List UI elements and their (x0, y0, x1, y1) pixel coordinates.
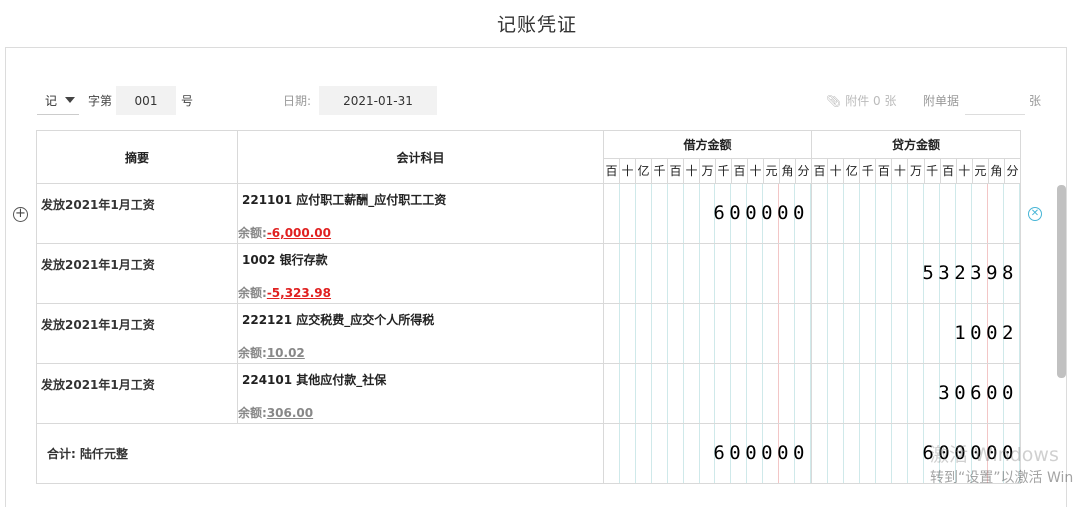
col-credit-header: 贷方金额 (811, 130, 1021, 159)
subject-name: 1002 银行存款 (242, 253, 328, 267)
balance-text: 余额:306.00 (238, 406, 314, 420)
digit-unit-label: 元 (764, 159, 780, 183)
col-summary-header: 摘要 (36, 130, 238, 184)
voucher-number-input[interactable]: 001 (116, 86, 176, 115)
attach-doc-label: 附单据 (923, 94, 960, 108)
subject-cell[interactable]: 224101 其他应付款_社保余额:306.00 (237, 363, 604, 424)
zi-label: 字第 (88, 94, 113, 108)
table-row: 发放2021年1月工资 222121 应交税费_应交个人所得税 余额:10.02 10… (36, 303, 1021, 364)
digit-unit-label: 千 (652, 159, 668, 183)
credit-digit-units: 百十亿千百十万千百十元角分 (811, 158, 1021, 184)
digit-unit-label: 百 (668, 159, 684, 183)
credit-amount-cell[interactable]: 30600 (811, 363, 1021, 424)
subject-name: 221101 应付职工薪酬_应付职工工资 (242, 193, 447, 207)
digit-unit-label: 十 (957, 159, 973, 183)
credit-amount-cell[interactable]: 1002 (811, 303, 1021, 364)
summary-cell[interactable]: 发放2021年1月工资 (36, 303, 238, 364)
vertical-scrollbar[interactable] (1057, 185, 1066, 378)
col-debit-header: 借方金额 (603, 130, 812, 159)
digit-unit-label: 分 (1006, 164, 1019, 178)
digit-unit-label: 千 (860, 159, 877, 183)
digit-unit-label: 元 (973, 159, 989, 183)
paperclip-icon: 📎︎ (826, 93, 842, 108)
debit-amount-cell[interactable] (603, 303, 812, 364)
digit-unit-label: 亿 (844, 159, 861, 183)
attachment-link[interactable]: 📎︎ 附件 0 张 (826, 86, 897, 115)
subject-cell[interactable]: 1002 银行存款 余额:-5,323.98 (237, 243, 604, 304)
digit-unit-label: 千 (925, 159, 941, 183)
digit-unit-label: 十 (620, 159, 636, 183)
debit-amount: 600000 (713, 202, 809, 224)
date-input[interactable]: 2021-01-31 (319, 86, 437, 115)
total-debit-amount: 600000 (713, 442, 809, 464)
digit-unit-label: 万 (700, 159, 716, 183)
total-row: 合计: 陆仟元整 600000 600000 (36, 423, 1021, 484)
digit-unit-label: 百 (604, 159, 620, 183)
hao-label: 号 (181, 94, 194, 108)
subject-name: 222121 应交税费_应交个人所得税 (242, 313, 435, 327)
delete-row-icon[interactable]: ✕ (1028, 207, 1042, 221)
attach-doc-input[interactable] (965, 86, 1025, 115)
digit-unit-label: 千 (716, 159, 732, 183)
table-row: 发放2021年1月工资 221101 应付职工薪酬_应付职工工资 余额:-6,000… (36, 183, 1021, 244)
credit-amount: 1002 (954, 322, 1018, 344)
balance-text: 余额:-5,323.98 (238, 286, 332, 300)
balance-text: 余额:-6,000.00 (238, 226, 332, 240)
digit-unit-label: 十 (892, 159, 909, 183)
digit-unit-label: 角 (780, 159, 796, 183)
credit-amount-cell[interactable] (811, 183, 1021, 244)
summary-cell[interactable]: 发放2021年1月工资 (36, 243, 238, 304)
debit-digit-units: 百十亿千百十万千百十元角分 (603, 158, 812, 184)
debit-amount-cell[interactable]: 600000 (603, 183, 812, 244)
digit-unit-label: 百 (812, 159, 829, 183)
total-label: 合计: 陆仟元整 (36, 423, 604, 484)
add-row-icon[interactable]: + (13, 207, 28, 222)
digit-unit-label: 十 (828, 159, 845, 183)
zhang-label: 张 (1029, 94, 1042, 108)
page-title: 记账凭证 (496, 14, 577, 36)
balance-text: 余额:10.02 (238, 346, 305, 360)
debit-amount-cell[interactable] (603, 243, 812, 304)
windows-activation-watermark: 激活 Windows (930, 444, 1059, 466)
summary-cell[interactable]: 发放2021年1月工资 (36, 363, 238, 424)
attachment-count: 附件 0 张 (845, 94, 897, 108)
col-subject-header: 会计科目 (237, 130, 604, 184)
credit-amount: 532398 (922, 262, 1018, 284)
digit-unit-label: 百 (941, 159, 957, 183)
digit-unit-label: 百 (876, 159, 893, 183)
voucher-table: 摘要 会计科目 借方金额 贷方金额 百十亿千百十万千百十元角分 百十亿千百十万千… (36, 130, 1021, 484)
digit-unit-label: 百 (732, 159, 748, 183)
digit-unit-label: 角 (989, 159, 1005, 183)
table-row: 发放2021年1月工资 224101 其他应付款_社保 余额:306.00 30600 (36, 363, 1021, 424)
summary-cell[interactable]: 发放2021年1月工资 (36, 183, 238, 244)
digit-unit-label: 十 (684, 159, 700, 183)
table-row: 发放2021年1月工资 1002 银行存款 余额:-5,323.98 532398 (36, 243, 1021, 304)
subject-cell[interactable]: 221101 应付职工薪酬_应付职工工资余额:-6,000.00 (237, 183, 604, 244)
chevron-down-icon (65, 97, 76, 103)
voucher-type-value: 记 (45, 93, 58, 108)
digit-unit-label: 十 (748, 159, 764, 183)
voucher-type-select[interactable]: 记 (37, 86, 79, 115)
debit-amount-cell[interactable] (603, 363, 812, 424)
windows-activation-hint: 转到“设置”以激活 Win (930, 470, 1074, 486)
credit-amount: 30600 (938, 382, 1018, 404)
date-label: 日期: (283, 94, 312, 108)
credit-amount-cell[interactable]: 532398 (811, 243, 1021, 304)
digit-unit-label: 分 (797, 164, 810, 178)
subject-name: 224101 其他应付款_社保 (242, 373, 387, 387)
digit-unit-label: 亿 (636, 159, 652, 183)
subject-cell[interactable]: 222121 应交税费_应交个人所得税余额:10.02 (237, 303, 604, 364)
total-debit-amount-cell[interactable]: 600000 (603, 423, 812, 484)
digit-unit-label: 万 (908, 159, 925, 183)
